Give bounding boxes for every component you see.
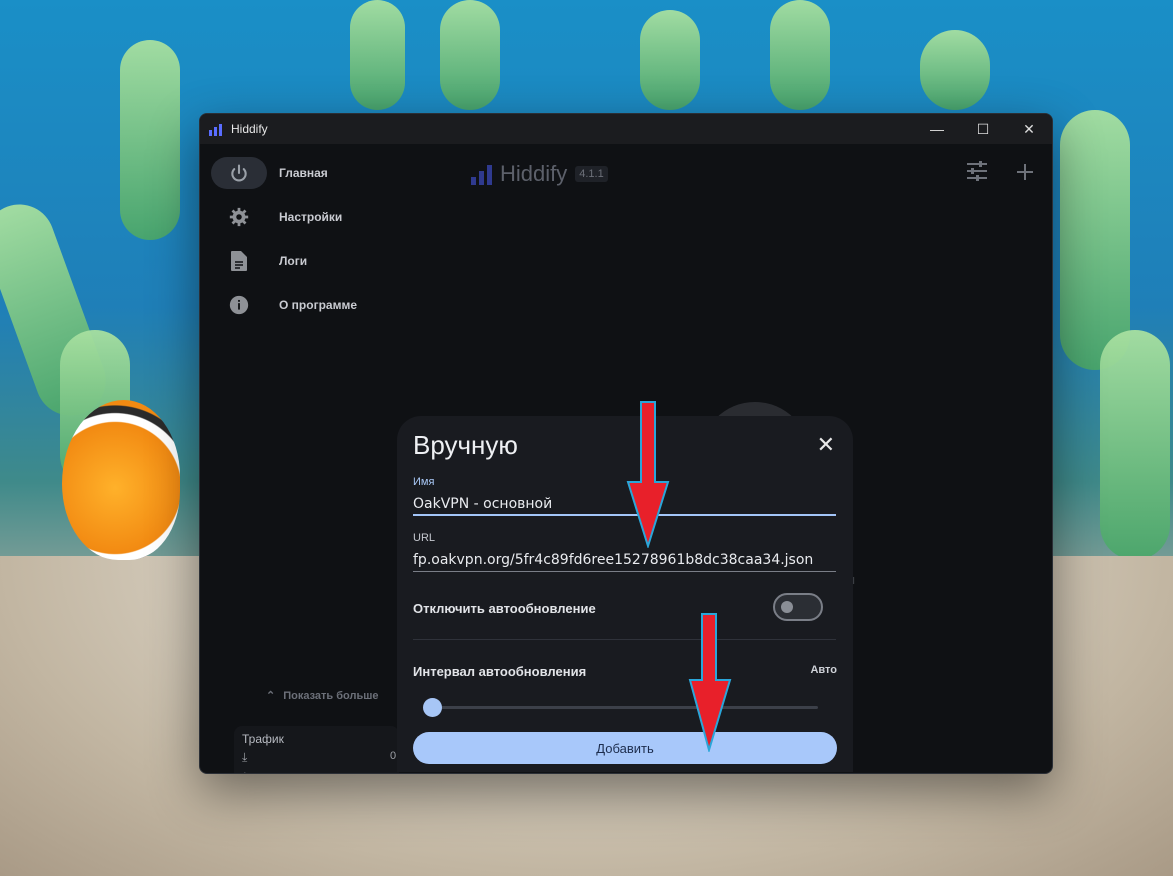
minimize-button[interactable]: — [914, 114, 960, 144]
traffic-card: Трафик ⤓ ↕ 0 [234, 726, 399, 773]
name-input[interactable] [413, 493, 836, 515]
sidebar-item-about[interactable]: О программе [211, 288, 411, 322]
coral-tentacle [640, 10, 700, 110]
disable-autoupdate-label: Отключить автообновление [413, 601, 596, 616]
url-label: URL [413, 532, 436, 544]
chevron-up-icon: ⌃ [266, 690, 276, 702]
app-logo-icon [209, 122, 225, 136]
traffic-title: Трафик [242, 732, 284, 746]
sidebar: Главная Настройки Логи О программе ⌃ Пок… [200, 144, 415, 773]
coral-tentacle [440, 0, 500, 110]
window-title: Hiddify [231, 122, 268, 136]
header-actions [966, 161, 1034, 187]
coral-tentacle [920, 30, 990, 110]
name-underline [413, 514, 836, 516]
hiddify-logo-icon [471, 163, 492, 185]
annotation-arrow-down-icon [688, 613, 732, 752]
sidebar-item-logs[interactable]: Логи [211, 244, 411, 278]
add-profile-dialog: Вручную ✕ Имя URL Отключить автообновлен… [397, 416, 853, 772]
maximize-button[interactable]: ☐ [960, 114, 1006, 144]
brand-name: Hiddify [500, 161, 568, 186]
coral-tentacle [770, 0, 830, 110]
close-icon[interactable]: ✕ [817, 432, 835, 458]
download-icon: ⤓ [242, 750, 248, 764]
close-button[interactable]: ✕ [1006, 114, 1052, 144]
clownfish [62, 400, 180, 560]
interval-value: Авто [810, 664, 837, 676]
dialog-title: Вручную [413, 430, 518, 460]
sidebar-item-label: Настройки [279, 210, 343, 224]
document-icon [211, 250, 267, 272]
plus-icon[interactable] [1016, 161, 1034, 187]
coral-tentacle [1060, 110, 1130, 370]
download-value: 0 [390, 750, 397, 762]
interval-slider-thumb[interactable] [423, 698, 442, 717]
sidebar-item-label: О программе [279, 298, 358, 312]
sidebar-item-home[interactable]: Главная [211, 156, 411, 190]
annotation-arrow-down-icon [626, 401, 670, 548]
brand-header: Hiddify 4.1.1 [471, 161, 608, 187]
gear-icon [211, 206, 267, 228]
coral-tentacle [120, 40, 180, 240]
coral-tentacle [350, 0, 405, 110]
sidebar-item-label: Логи [279, 254, 308, 268]
name-label: Имя [413, 476, 435, 488]
show-more-label: Показать больше [283, 689, 379, 702]
title-bar[interactable]: Hiddify — ☐ ✕ [200, 114, 1052, 144]
sidebar-item-label: Главная [279, 166, 328, 180]
url-underline [413, 571, 836, 572]
version-badge: 4.1.1 [575, 166, 608, 182]
interval-slider-track[interactable] [439, 706, 818, 709]
interval-label: Интервал автообновления [413, 664, 587, 679]
coral-tentacle [1100, 330, 1170, 560]
toggle-knob [781, 601, 793, 613]
show-more-button[interactable]: ⌃ Показать больше [266, 689, 379, 703]
up-down-icon: ↕ [242, 768, 248, 773]
divider [413, 639, 836, 640]
sidebar-item-settings[interactable]: Настройки [211, 200, 411, 234]
power-icon [211, 157, 267, 189]
info-icon [211, 294, 267, 316]
add-button[interactable]: Добавить [413, 732, 837, 764]
sliders-icon[interactable] [966, 161, 988, 187]
disable-autoupdate-toggle[interactable] [773, 593, 823, 621]
url-input[interactable] [413, 549, 836, 571]
